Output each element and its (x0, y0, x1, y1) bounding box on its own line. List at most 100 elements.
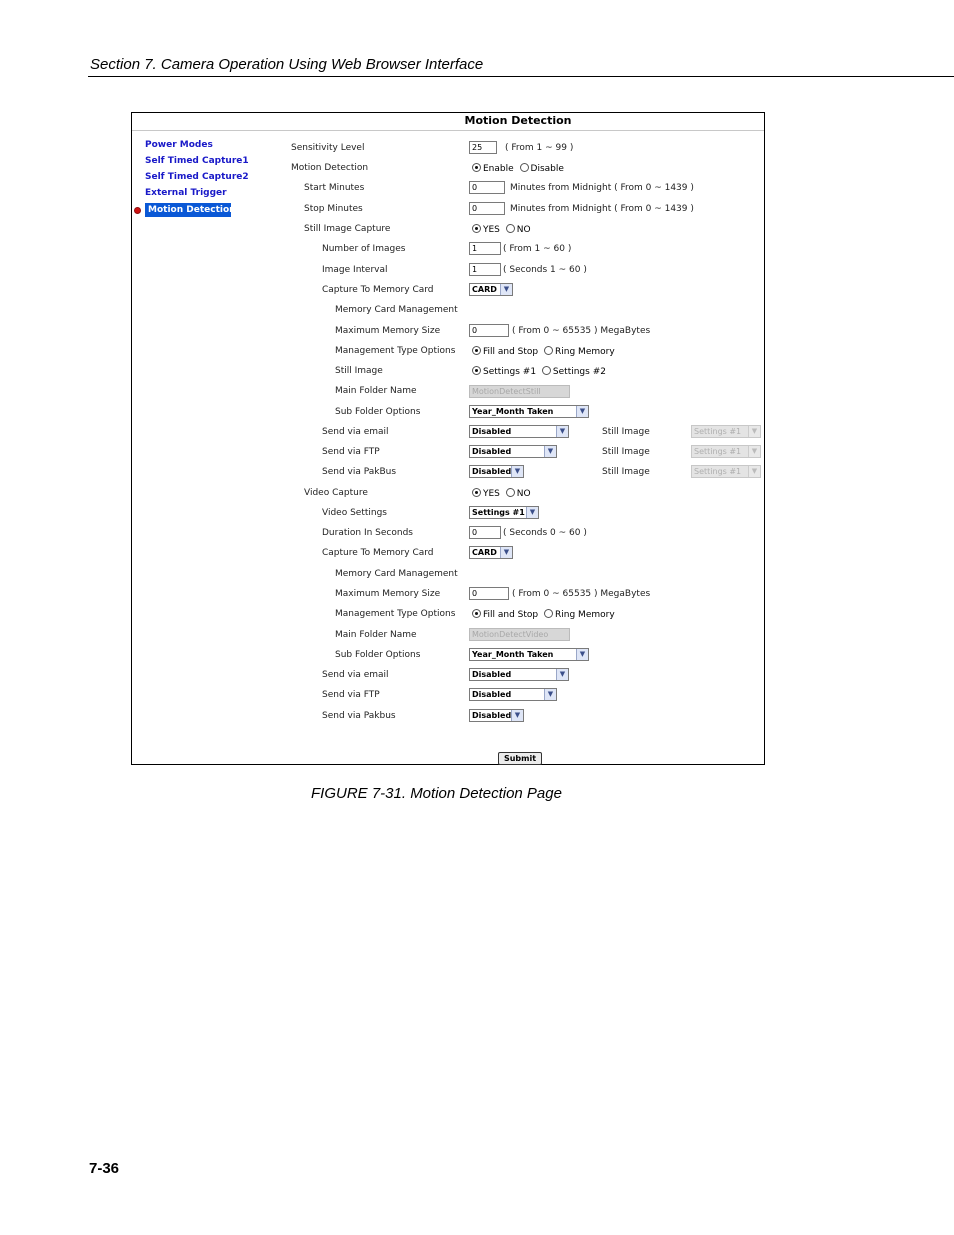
main-folder-label: Main Folder Name (335, 386, 417, 396)
ring-memory-label: Ring Memory (555, 347, 615, 357)
duration-input[interactable]: 0 (469, 526, 501, 539)
duration-hint: ( Seconds 0 ~ 60 ) (503, 528, 587, 538)
submit-button[interactable]: Submit (498, 752, 542, 765)
v-capture-card-value: CARD (472, 548, 497, 557)
still-ftp-select: Settings #1 ▼ (691, 445, 761, 458)
sensitivity-label: Sensitivity Level (291, 143, 365, 153)
v-ring-memory-radio[interactable] (544, 609, 554, 618)
still-image-ftp-label: Still Image (602, 447, 650, 457)
start-minutes-input[interactable]: 0 (469, 181, 505, 194)
send-email-select[interactable]: Disabled ▼ (469, 425, 569, 438)
v-send-pakbus-select[interactable]: Disabled ▼ (469, 709, 524, 722)
still-capture-label: Still Image Capture (304, 224, 391, 234)
nav-external-trigger[interactable]: External Trigger (145, 188, 227, 198)
settings1-radio[interactable] (472, 366, 481, 375)
chevron-down-icon: ▼ (544, 689, 556, 700)
max-mem-input[interactable]: 0 (469, 324, 509, 337)
settings2-label: Settings #2 (552, 367, 606, 377)
v-sub-folder-value: Year_Month Taken (472, 650, 554, 659)
fill-stop-radio[interactable] (472, 346, 481, 355)
image-interval-input[interactable]: 1 (469, 263, 501, 276)
nav-motion-detection[interactable]: Motion Detection (145, 203, 236, 217)
v-main-folder-label: Main Folder Name (335, 630, 417, 640)
main-folder-input: MotionDetectStill (469, 385, 570, 398)
chevron-down-icon: ▼ (576, 649, 588, 660)
image-interval-hint: ( Seconds 1 ~ 60 ) (503, 265, 587, 275)
chevron-down-icon: ▼ (748, 466, 760, 477)
v-fill-stop-radio[interactable] (472, 609, 481, 618)
nav-power-modes[interactable]: Power Modes (145, 140, 213, 150)
v-sub-folder-label: Sub Folder Options (335, 650, 421, 660)
send-ftp-value: Disabled (472, 447, 512, 456)
chevron-down-icon: ▼ (500, 547, 512, 558)
v-mcm-label: Memory Card Management (335, 569, 458, 579)
sub-folder-value: Year_Month Taken (472, 407, 554, 416)
v-max-mem-input[interactable]: 0 (469, 587, 509, 600)
still-no-radio[interactable] (505, 224, 515, 233)
capture-card-select[interactable]: CARD ▼ (469, 283, 513, 296)
video-settings-select[interactable]: Settings #1 ▼ (469, 506, 539, 519)
nav-self-timed-capture2[interactable]: Self Timed Capture2 (145, 172, 249, 182)
v-max-mem-label: Maximum Memory Size (335, 589, 441, 599)
still-no-label: NO (516, 225, 531, 235)
capture-card-label: Capture To Memory Card (322, 285, 434, 295)
num-images-input[interactable]: 1 (469, 242, 501, 255)
num-images-hint: ( From 1 ~ 60 ) (503, 244, 572, 254)
disable-radio[interactable] (519, 163, 529, 172)
send-ftp-select[interactable]: Disabled ▼ (469, 445, 557, 458)
header-rule (88, 76, 954, 77)
chevron-down-icon: ▼ (556, 426, 568, 437)
nav-self-timed-capture1[interactable]: Self Timed Capture1 (145, 156, 249, 166)
start-minutes-label: Start Minutes (304, 183, 365, 193)
sub-folder-label: Sub Folder Options (335, 407, 421, 417)
video-settings-value: Settings #1 (472, 508, 525, 517)
stop-minutes-input[interactable]: 0 (469, 202, 505, 215)
figure-caption: FIGURE 7-31. Motion Detection Page (311, 785, 562, 802)
v-send-email-select[interactable]: Disabled ▼ (469, 668, 569, 681)
settings2-radio[interactable] (541, 366, 551, 375)
v-capture-card-label: Capture To Memory Card (322, 548, 434, 558)
disable-label: Disable (530, 164, 564, 174)
chevron-down-icon: ▼ (544, 446, 556, 457)
video-yes-radio[interactable] (472, 488, 481, 497)
still-pakbus-select: Settings #1 ▼ (691, 465, 761, 478)
v-mgmt-type-group: Fill and Stop Ring Memory (472, 609, 615, 620)
v-sub-folder-select[interactable]: Year_Month Taken ▼ (469, 648, 589, 661)
chevron-down-icon: ▼ (576, 406, 588, 417)
sensitivity-input[interactable]: 25 (469, 141, 497, 154)
still-ftp-value: Settings #1 (694, 447, 742, 456)
video-capture-label: Video Capture (304, 488, 368, 498)
mcm-label: Memory Card Management (335, 305, 458, 315)
video-no-radio[interactable] (505, 488, 515, 497)
sub-folder-select[interactable]: Year_Month Taken ▼ (469, 405, 589, 418)
still-settings-group: Settings #1 Settings #2 (472, 366, 606, 377)
mgmt-type-label: Management Type Options (335, 346, 456, 356)
motion-detection-label: Motion Detection (291, 163, 369, 173)
stop-minutes-label: Stop Minutes (304, 204, 363, 214)
section-header: Section 7. Camera Operation Using Web Br… (90, 56, 484, 73)
send-ftp-label: Send via FTP (322, 447, 380, 457)
v-send-pakbus-label: Send via Pakbus (322, 711, 396, 721)
video-capture-group: YES NO (472, 488, 531, 499)
send-pakbus-select[interactable]: Disabled ▼ (469, 465, 524, 478)
image-interval-label: Image Interval (322, 265, 388, 275)
mgmt-type-group: Fill and Stop Ring Memory (472, 346, 615, 357)
motion-enable-group: Enable Disable (472, 163, 564, 174)
panel-title: Motion Detection (132, 113, 764, 131)
page-number: 7-36 (89, 1160, 120, 1177)
enable-label: Enable (483, 164, 514, 174)
chevron-down-icon: ▼ (556, 669, 568, 680)
v-fill-stop-label: Fill and Stop (483, 610, 539, 620)
max-mem-hint: ( From 0 ~ 65535 ) MegaBytes (512, 326, 651, 336)
v-send-ftp-select[interactable]: Disabled ▼ (469, 688, 557, 701)
v-capture-card-select[interactable]: CARD ▼ (469, 546, 513, 559)
v-mgmt-type-label: Management Type Options (335, 609, 456, 619)
v-send-ftp-value: Disabled (472, 690, 512, 699)
fill-stop-label: Fill and Stop (483, 347, 539, 357)
enable-radio[interactable] (472, 163, 481, 172)
v-send-email-value: Disabled (472, 670, 512, 679)
v-max-mem-hint: ( From 0 ~ 65535 ) MegaBytes (512, 589, 651, 599)
still-yes-radio[interactable] (472, 224, 481, 233)
ring-memory-radio[interactable] (544, 346, 554, 355)
active-bullet-icon (134, 207, 141, 214)
